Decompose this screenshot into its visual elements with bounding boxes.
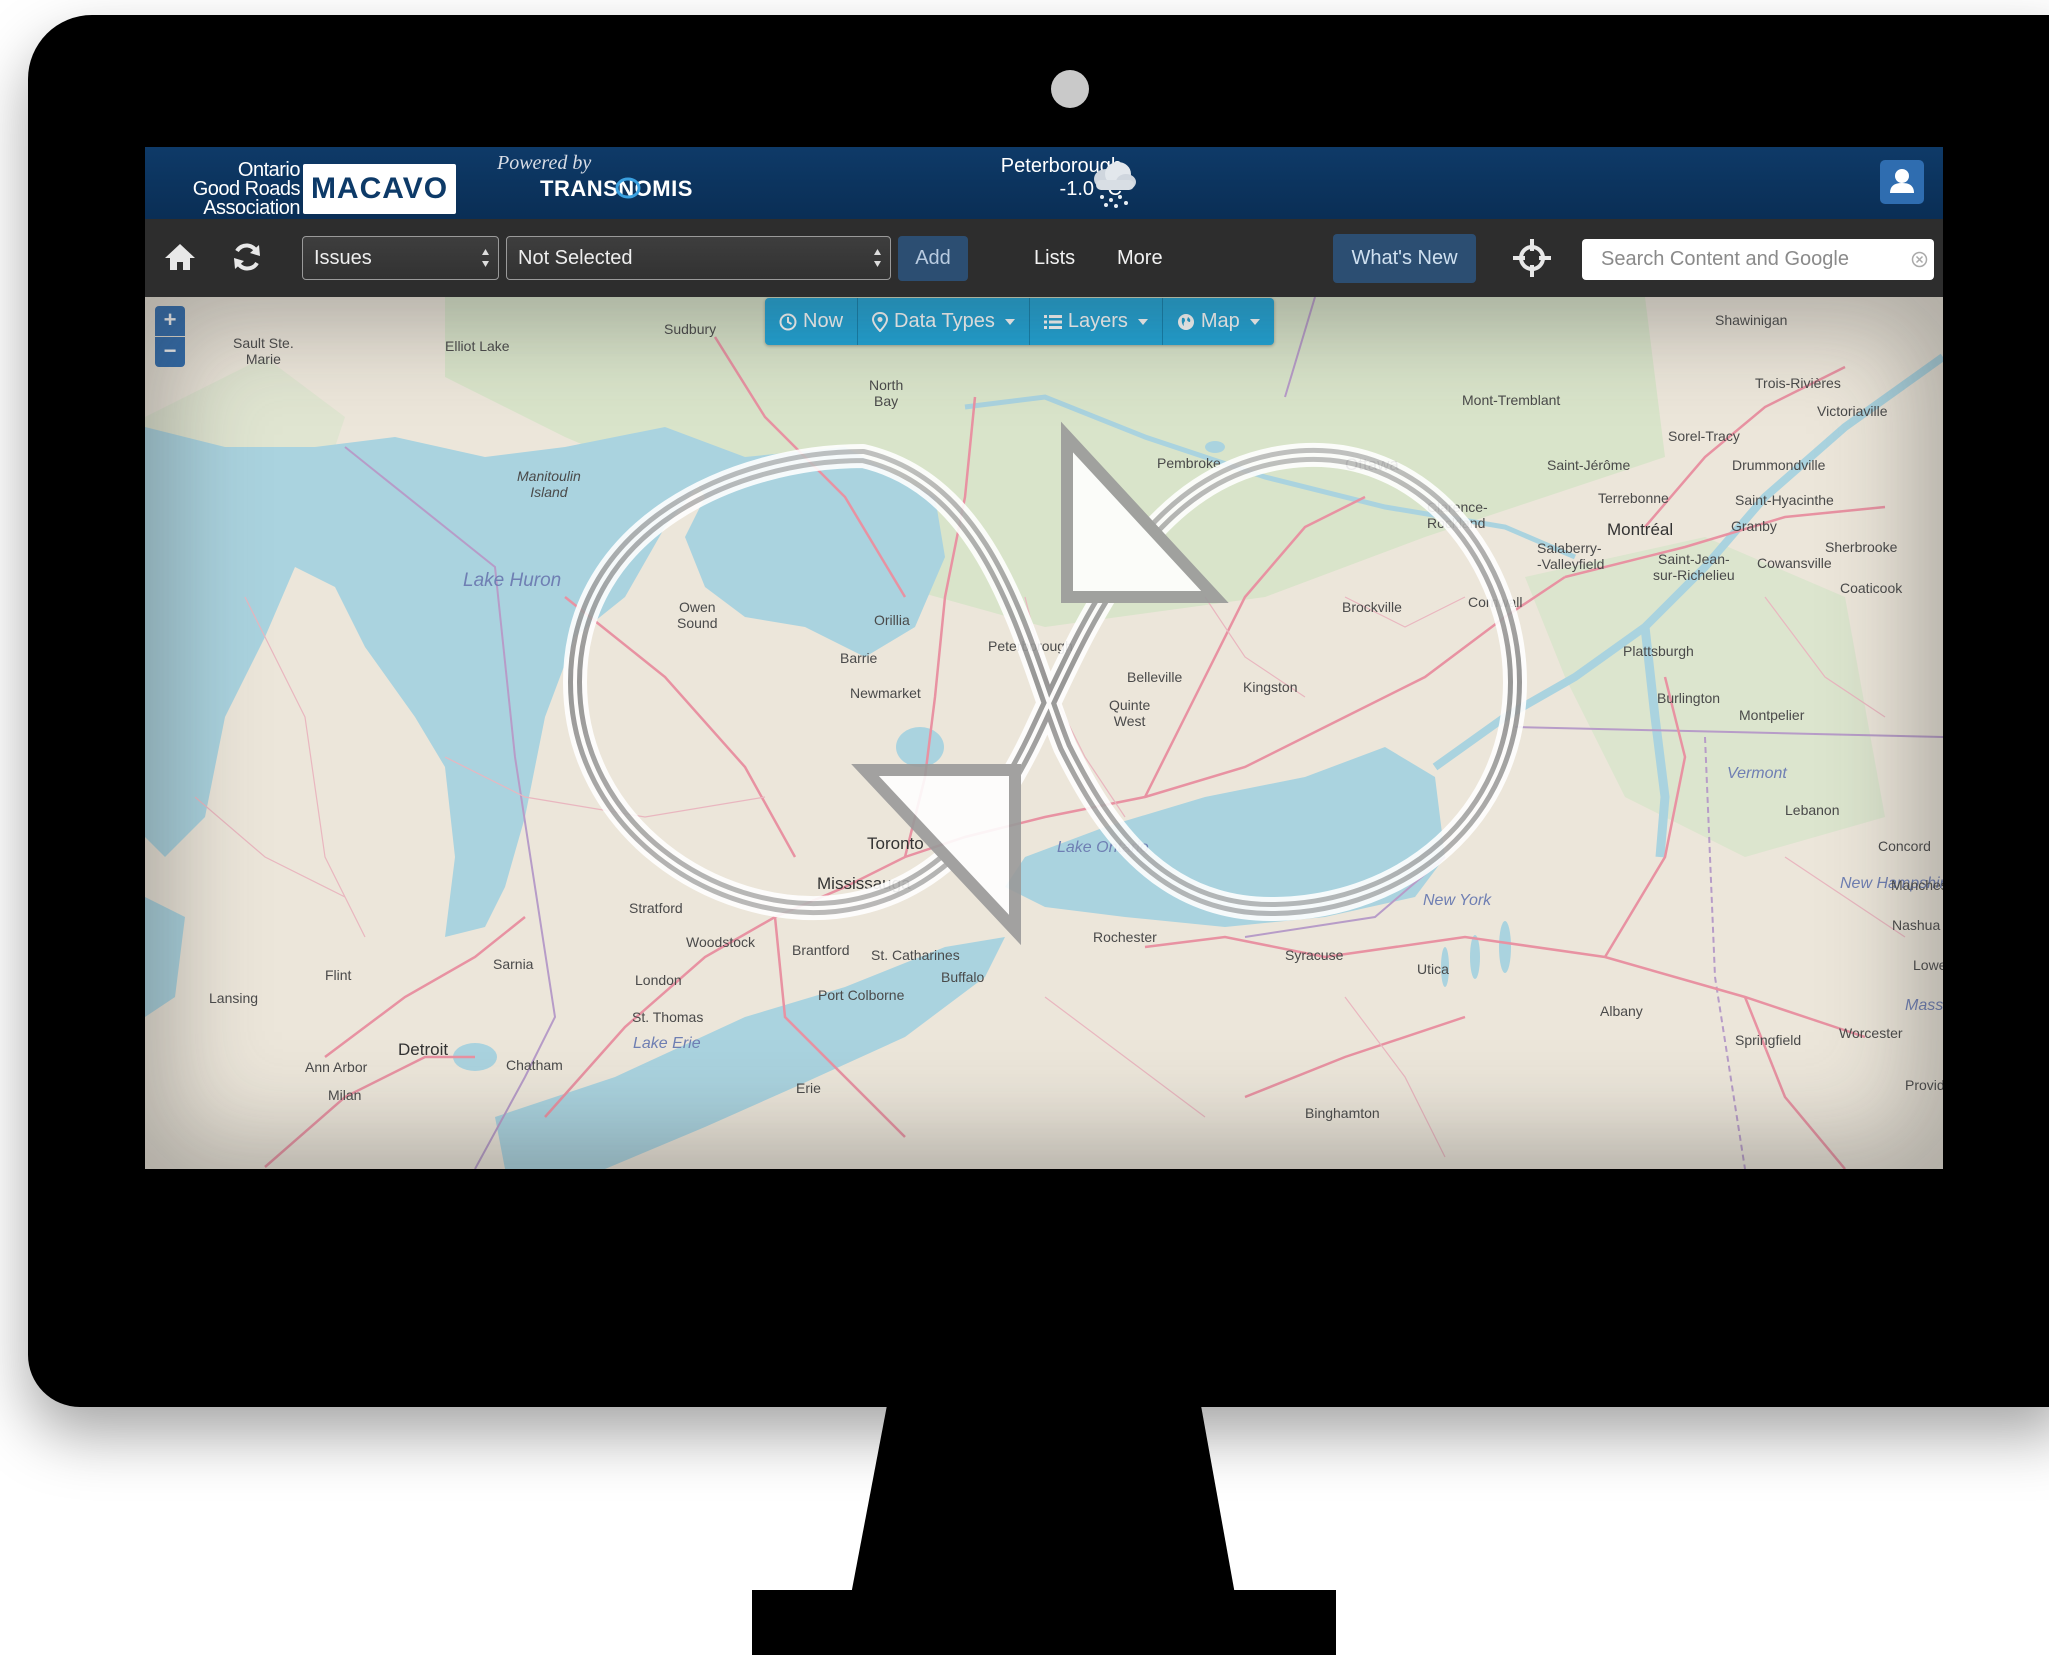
select-arrows-icon (482, 249, 489, 267)
sync-infinity-icon (563, 421, 1527, 946)
item-select[interactable]: Not Selected (506, 236, 891, 280)
org-logo[interactable]: Ontario Good Roads Association (178, 160, 301, 219)
vendor-swoosh-icon (615, 177, 641, 199)
map-view[interactable]: Lake Huron Lake Ontario Lake Erie New Yo… (145, 297, 1943, 1169)
lists-menu[interactable]: Lists (1034, 247, 1075, 270)
snow-cloud-icon (1094, 162, 1136, 208)
search-input[interactable] (1599, 239, 1893, 280)
app-header: Ontario Good Roads Association MACAVO Po… (145, 147, 1943, 219)
user-account-button[interactable] (1880, 160, 1924, 204)
add-button[interactable]: Add (898, 236, 968, 281)
product-logo[interactable]: MACAVO (303, 164, 456, 214)
category-select[interactable]: Issues (302, 236, 499, 280)
select-arrows-icon (874, 249, 881, 267)
whats-new-button[interactable]: What's New (1333, 234, 1476, 283)
locate-crosshair-icon[interactable] (1511, 237, 1553, 279)
powered-by-label: Powered by (497, 152, 592, 174)
monitor-stand-base (752, 1590, 1336, 1655)
webcam-icon (1051, 70, 1089, 108)
user-icon (1890, 169, 1914, 193)
app-screen: Ontario Good Roads Association MACAVO Po… (145, 147, 1943, 1169)
org-logo-line: Association (203, 197, 300, 219)
category-select-value: Issues (314, 247, 372, 269)
home-icon[interactable] (162, 239, 198, 275)
more-menu[interactable]: More (1117, 247, 1163, 270)
item-select-value: Not Selected (518, 247, 633, 269)
main-toolbar: Issues Not Selected Add Lists More What'… (145, 219, 1943, 297)
clear-search-icon[interactable] (1911, 251, 1928, 268)
search-field[interactable] (1582, 239, 1934, 280)
refresh-icon[interactable] (229, 239, 265, 275)
